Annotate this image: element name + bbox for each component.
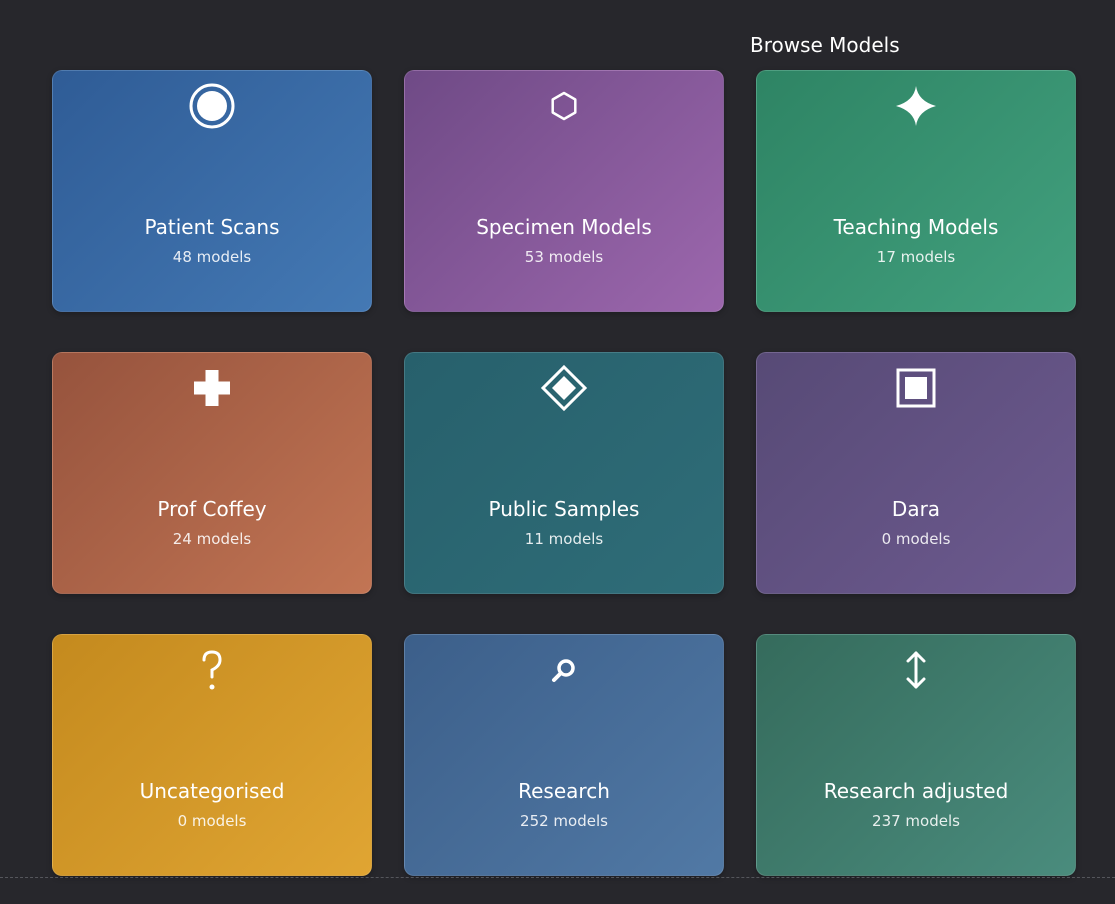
category-count: 11 models [524, 530, 604, 548]
diamond-icon [539, 363, 589, 413]
category-card-patient-scans[interactable]: Patient Scans 48 models [52, 70, 372, 312]
category-title: Public Samples [488, 497, 640, 521]
category-card-specimen-models[interactable]: Specimen Models 53 models [404, 70, 724, 312]
category-title: Teaching Models [833, 215, 999, 239]
hexagon-icon [539, 81, 589, 131]
vertical-arrows-icon [891, 645, 941, 695]
category-card-research-adjusted[interactable]: Research adjusted 237 models [756, 634, 1076, 876]
category-title: Research [518, 779, 610, 803]
category-count: 48 models [172, 248, 252, 266]
category-count: 0 models [177, 812, 247, 830]
category-title: Patient Scans [144, 215, 280, 239]
question-icon [187, 645, 237, 695]
category-count: 0 models [881, 530, 951, 548]
category-grid: Patient Scans 48 models Specimen Models … [52, 70, 1076, 876]
category-card-dara[interactable]: Dara 0 models [756, 352, 1076, 594]
category-card-public-samples[interactable]: Public Samples 11 models [404, 352, 724, 594]
plus-icon [187, 363, 237, 413]
search-icon [539, 645, 589, 695]
category-card-teaching-models[interactable]: Teaching Models 17 models [756, 70, 1076, 312]
category-title: Specimen Models [476, 215, 652, 239]
category-title: Prof Coffey [157, 497, 267, 521]
category-title: Uncategorised [139, 779, 285, 803]
category-card-uncategorised[interactable]: Uncategorised 0 models [52, 634, 372, 876]
sparkle-icon [891, 81, 941, 131]
category-count: 237 models [872, 812, 960, 830]
category-card-prof-coffey[interactable]: Prof Coffey 24 models [52, 352, 372, 594]
category-count: 24 models [172, 530, 252, 548]
category-title: Dara [891, 497, 941, 521]
category-count: 17 models [876, 248, 956, 266]
category-title: Research adjusted [823, 779, 1009, 803]
bottom-divider [0, 877, 1115, 878]
page-title: Browse Models [750, 33, 900, 57]
category-card-research[interactable]: Research 252 models [404, 634, 724, 876]
square-icon [891, 363, 941, 413]
category-count: 252 models [520, 812, 608, 830]
category-count: 53 models [524, 248, 604, 266]
circle-icon [187, 81, 237, 131]
